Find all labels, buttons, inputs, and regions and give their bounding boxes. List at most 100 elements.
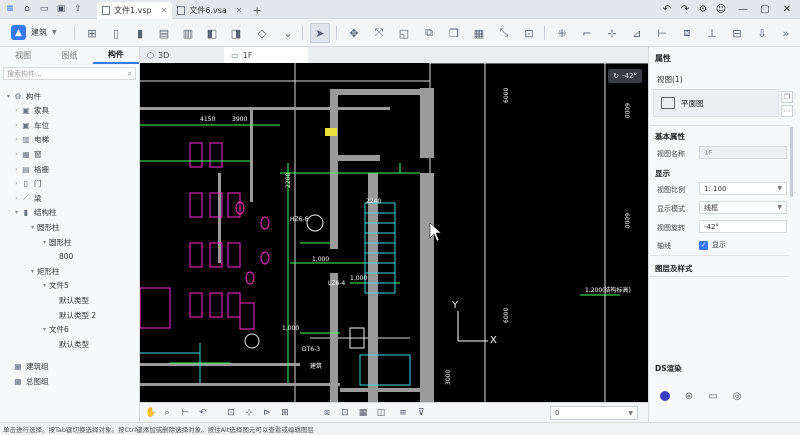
- more-options-icon[interactable]: ⋯: [781, 105, 793, 117]
- tree-item[interactable]: › ⟋ 梁: [12, 191, 41, 205]
- chevron-down-icon[interactable]: ▾: [40, 282, 49, 289]
- move-tool-icon[interactable]: ✥: [344, 23, 364, 43]
- view-tab-1f[interactable]: ▭ 1F: [224, 47, 308, 63]
- section-tool-icon[interactable]: ⧈: [677, 23, 697, 43]
- align-tool-icon[interactable]: ⤧: [369, 23, 389, 43]
- measure-icon[interactable]: ⊢: [178, 406, 192, 420]
- close-tab-icon[interactable]: ✕: [161, 6, 168, 15]
- maximize-icon[interactable]: ▢: [756, 0, 774, 19]
- chevron-down-icon[interactable]: ▾: [28, 268, 37, 275]
- settings-icon[interactable]: ⚙: [694, 0, 712, 19]
- home-icon[interactable]: ⌂: [20, 3, 34, 16]
- file-tab-1[interactable]: 文件1.vsp ✕: [97, 1, 173, 19]
- render-logo-icon[interactable]: [658, 389, 672, 403]
- export-icon[interactable]: ⇪: [71, 3, 85, 16]
- crop-tool-icon[interactable]: ⊡: [519, 23, 539, 43]
- chevron-down-icon[interactable]: ▾: [12, 209, 21, 216]
- scale-tool-icon[interactable]: ⤡: [494, 23, 514, 43]
- more-tools-icon[interactable]: ⌄: [278, 23, 298, 43]
- chevron-down-icon[interactable]: ▾: [4, 93, 13, 100]
- tab-components[interactable]: 构件: [92, 47, 139, 64]
- camera-icon[interactable]: ◎: [730, 389, 744, 403]
- open-folder-icon[interactable]: ▭: [37, 3, 51, 16]
- slab-tool-icon[interactable]: ◧: [202, 23, 222, 43]
- undo-icon[interactable]: ↶: [658, 0, 676, 19]
- offset-tool-icon[interactable]: ◱: [394, 23, 414, 43]
- display-mode-select[interactable]: 线框 ▼: [699, 201, 787, 214]
- view-type-card[interactable]: 平面图: [653, 89, 779, 117]
- split-tool-icon[interactable]: ⁜: [552, 23, 572, 43]
- elevation-tool-icon[interactable]: ⊥: [702, 23, 722, 43]
- door-tool-icon[interactable]: ▮: [130, 23, 150, 43]
- chevron-right-icon[interactable]: ›: [12, 180, 21, 187]
- close-icon[interactable]: ✕: [778, 0, 796, 19]
- ortho-icon[interactable]: ⊳: [260, 406, 274, 420]
- tree-item[interactable]: 默认类型: [50, 293, 89, 307]
- chevron-right-icon[interactable]: ›: [12, 122, 21, 129]
- measure-tool-icon[interactable]: ⊢: [652, 23, 672, 43]
- user-icon[interactable]: ☺: [712, 0, 730, 19]
- chevron-right-icon[interactable]: ›: [12, 166, 21, 173]
- save-icon[interactable]: ▣: [54, 3, 68, 16]
- tab-sheets[interactable]: 图纸: [46, 47, 92, 64]
- tree-item[interactable]: › ▣ 车位: [12, 118, 49, 132]
- redo-icon[interactable]: ↷: [676, 0, 694, 19]
- window-tool-icon[interactable]: ▤: [154, 23, 174, 43]
- chevron-right-icon[interactable]: ›: [12, 107, 21, 114]
- grid-snap-icon[interactable]: ⊞: [278, 406, 292, 420]
- roof-tool-icon[interactable]: ◇: [252, 23, 272, 43]
- select-tool-icon[interactable]: ➤: [310, 23, 330, 43]
- tab-views[interactable]: 视图: [0, 47, 46, 64]
- column-tool-icon[interactable]: ▥: [178, 23, 198, 43]
- view-scale-select[interactable]: 1: 100 ▼: [699, 182, 787, 195]
- trim-tool-icon[interactable]: ⊹: [602, 23, 622, 43]
- mode-select[interactable]: 建筑 ▼: [31, 27, 57, 38]
- tree-item[interactable]: 800: [50, 250, 73, 264]
- tree-item[interactable]: ▾ 圆形柱: [28, 220, 60, 234]
- drawing-canvas[interactable]: 4150 6000 6000 3900 6000 6000 3000 2200 2240 1,00…: [140, 63, 648, 402]
- filter-icon[interactable]: ⊽: [414, 406, 428, 420]
- tree-item[interactable]: ▾ ▮ 结构柱: [12, 206, 57, 220]
- section-box-icon[interactable]: ⧈: [320, 406, 334, 420]
- tree-item[interactable]: › ▦ 窗: [12, 147, 41, 161]
- tree-item[interactable]: 默认类型: [50, 337, 89, 351]
- shadow-icon[interactable]: ◫: [374, 406, 388, 420]
- axis-show-checkbox[interactable]: ✓ 显示: [699, 240, 726, 250]
- copy-tool-icon[interactable]: ❐: [444, 23, 464, 43]
- visual-style-icon[interactable]: ▦: [356, 406, 370, 420]
- chevron-down-icon[interactable]: ▾: [40, 239, 49, 246]
- tree-item[interactable]: › ▤ 格栅: [12, 162, 49, 176]
- component-search-input[interactable]: 搜索构件... ⌕: [3, 67, 136, 80]
- mirror-tool-icon[interactable]: ⧉: [419, 23, 439, 43]
- tree-item[interactable]: ▾ 圆形柱: [40, 235, 72, 249]
- render-settings-icon[interactable]: ⊛: [682, 389, 696, 403]
- app-menu-icon[interactable]: ≡: [3, 3, 17, 16]
- array-tool-icon[interactable]: ▦: [469, 23, 489, 43]
- tree-item[interactable]: ▾ ⚙ 构件: [4, 89, 41, 103]
- zoom-icon[interactable]: ⌕: [160, 406, 174, 420]
- minimize-icon[interactable]: —: [734, 0, 752, 19]
- new-tab-button[interactable]: +: [247, 2, 266, 19]
- view-rotation-input[interactable]: -42°: [699, 220, 787, 233]
- tree-item[interactable]: ▾ 矩形柱: [28, 264, 60, 278]
- rotation-badge[interactable]: ↻ -42°: [608, 69, 642, 83]
- view-tab-3d[interactable]: ⬡ 3D: [140, 47, 224, 63]
- beam-tool-icon[interactable]: ◨: [226, 23, 246, 43]
- chevron-down-icon[interactable]: ▾: [28, 224, 37, 231]
- tree-item[interactable]: ▾ 文件5: [40, 279, 69, 293]
- tree-item[interactable]: ▦ 建筑组: [4, 360, 48, 374]
- chevron-right-icon[interactable]: ›: [12, 136, 21, 143]
- crop-view-icon[interactable]: ⊡: [338, 406, 352, 420]
- chevron-right-icon[interactable]: ›: [12, 195, 21, 202]
- tree-item[interactable]: ▦ 总图组: [4, 374, 48, 388]
- wall-tool-icon[interactable]: ▯: [106, 23, 126, 43]
- tree-item[interactable]: 默认类型 2: [50, 308, 96, 322]
- undo-view-icon[interactable]: ↶: [196, 406, 210, 420]
- chevron-right-icon[interactable]: ›: [12, 151, 21, 158]
- tree-item[interactable]: › ▥ 电梯: [12, 133, 49, 147]
- more-icon[interactable]: »: [776, 23, 796, 43]
- snap-icon[interactable]: ⊹: [242, 406, 256, 420]
- tag-tool-icon[interactable]: ⊟: [727, 23, 747, 43]
- export-tool-icon[interactable]: ⇩: [752, 23, 772, 43]
- tree-item[interactable]: › ▯ 门: [12, 177, 41, 191]
